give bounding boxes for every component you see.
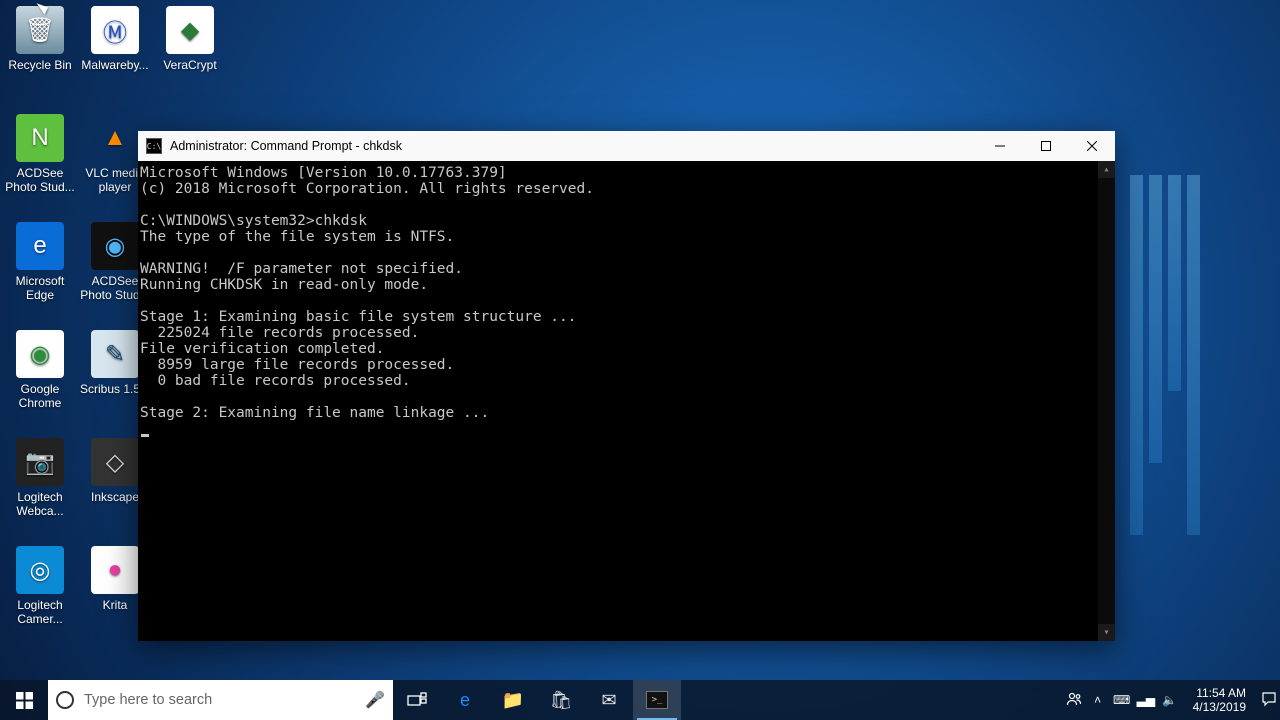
icon-label: ACDSee Photo Stud... [3,166,77,194]
cmd-window[interactable]: C:\ Administrator: Command Prompt - chkd… [138,131,1115,641]
scroll-track[interactable] [1098,178,1115,624]
search-box[interactable]: Type here to search 🎤 [48,680,393,720]
wallpaper-decoration [1130,175,1200,535]
taskbar-edge[interactable]: e [441,680,489,720]
cmd-icon: C:\ [146,138,162,154]
terminal-line [140,389,1115,405]
app-icon: ▲ [91,114,139,162]
search-icon [56,691,74,709]
terminal-line: WARNING! /F parameter not specified. [140,261,1115,277]
app-icon: ◎ [16,546,64,594]
taskbar-cmd-prompt[interactable]: >_ [633,680,681,720]
minimize-button[interactable] [977,131,1023,161]
terminal-line: Stage 1: Examining basic file system str… [140,309,1115,325]
terminal-line: C:\WINDOWS\system32>chkdsk [140,213,1115,229]
speaker-icon[interactable]: 🔈 [1161,693,1179,707]
vertical-scrollbar[interactable]: ▴ ▾ [1098,161,1115,641]
start-button[interactable] [0,680,48,720]
icon-label: Google Chrome [3,382,77,410]
people-icon[interactable] [1065,691,1083,710]
icon-label: Recycle Bin [3,58,77,72]
app-icon: ✎ [91,330,139,378]
icon-label: VeraCrypt [153,58,227,72]
taskbar-mail[interactable]: ✉ [585,680,633,720]
windows-logo-icon [16,692,33,709]
titlebar[interactable]: C:\ Administrator: Command Prompt - chkd… [138,131,1115,161]
task-view-icon [407,692,427,708]
desktop-icon-veracrypt[interactable]: ◆ VeraCrypt [153,6,227,72]
icon-label: Microsoft Edge [3,274,77,302]
window-title: Administrator: Command Prompt - chkdsk [170,139,977,153]
app-icon: ◇ [91,438,139,486]
taskbar[interactable]: Type here to search 🎤 e 📁 🛍 ✉ >_ ˄ ⌨ ▃▅ 🔈 11… [0,680,1280,720]
search-placeholder: Type here to search [84,692,355,708]
keyboard-icon[interactable]: ⌨ [1113,693,1131,707]
terminal-line: (c) 2018 Microsoft Corporation. All righ… [140,181,1115,197]
app-icon: ◆ [166,6,214,54]
app-icon: ● [91,546,139,594]
app-icon: e [16,222,64,270]
desktop-icon-acdsee-photo-stud-[interactable]: N ACDSee Photo Stud... [3,114,77,194]
network-icon[interactable]: ▃▅ [1137,693,1155,707]
maximize-button[interactable] [1023,131,1069,161]
clock-time: 11:54 AM [1193,686,1246,700]
mail-icon: ✉ [601,690,616,711]
store-icon: 🛍 [550,690,573,711]
desktop-icon-recycle-bin[interactable]: 🗑 Recycle Bin [3,6,77,72]
desktop-icon-microsoft-edge[interactable]: e Microsoft Edge [3,222,77,302]
taskbar-store[interactable]: 🛍 [537,680,585,720]
edge-icon: e [460,690,470,711]
system-tray[interactable]: ˄ ⌨ ▃▅ 🔈 11:54 AM 4/13/2019 [1065,680,1280,720]
desktop-icon-google-chrome[interactable]: ◉ Google Chrome [3,330,77,410]
text-cursor [141,434,149,437]
icon-label: Logitech Webca... [3,490,77,518]
desktop-icon-logitech-webca-[interactable]: 📷 Logitech Webca... [3,438,77,518]
cmd-icon: >_ [646,691,668,709]
close-button[interactable] [1069,131,1115,161]
desktop-icon-logitech-camer-[interactable]: ◎ Logitech Camer... [3,546,77,626]
terminal-line [140,197,1115,213]
terminal-line [140,245,1115,261]
clock-date: 4/13/2019 [1193,700,1246,714]
scroll-up-icon[interactable]: ▴ [1098,161,1115,178]
scroll-down-icon[interactable]: ▾ [1098,624,1115,641]
action-center-icon[interactable] [1260,691,1278,710]
icon-label: Malwareby... [78,58,152,72]
terminal-line: The type of the file system is NTFS. [140,229,1115,245]
terminal-line: 225024 file records processed. [140,325,1115,341]
icon-label: Logitech Camer... [3,598,77,626]
terminal-line: Microsoft Windows [Version 10.0.17763.37… [140,165,1115,181]
app-icon: ◉ [91,222,139,270]
terminal-line: 0 bad file records processed. [140,373,1115,389]
app-icon: N [16,114,64,162]
terminal-line: Stage 2: Examining file name linkage ... [140,405,1115,421]
app-icon: ◉ [16,330,64,378]
clock[interactable]: 11:54 AM 4/13/2019 [1185,686,1254,714]
taskbar-task-view[interactable] [393,680,441,720]
terminal-output[interactable]: Microsoft Windows [Version 10.0.17763.37… [138,161,1115,641]
terminal-line: Running CHKDSK in read-only mode. [140,277,1115,293]
terminal-line [140,293,1115,309]
app-icon: 📷 [16,438,64,486]
terminal-line: 8959 large file records processed. [140,357,1115,373]
file-explorer-icon: 📁 [502,690,524,711]
app-icon: 🗑 [16,6,64,54]
terminal-line: File verification completed. [140,341,1115,357]
desktop-icon-malwareby-[interactable]: Ⓜ Malwareby... [78,6,152,72]
tray-up-icon[interactable]: ˄ [1089,693,1107,707]
mic-icon[interactable]: 🎤 [365,690,385,710]
taskbar-file-explorer[interactable]: 📁 [489,680,537,720]
app-icon: Ⓜ [91,6,139,54]
